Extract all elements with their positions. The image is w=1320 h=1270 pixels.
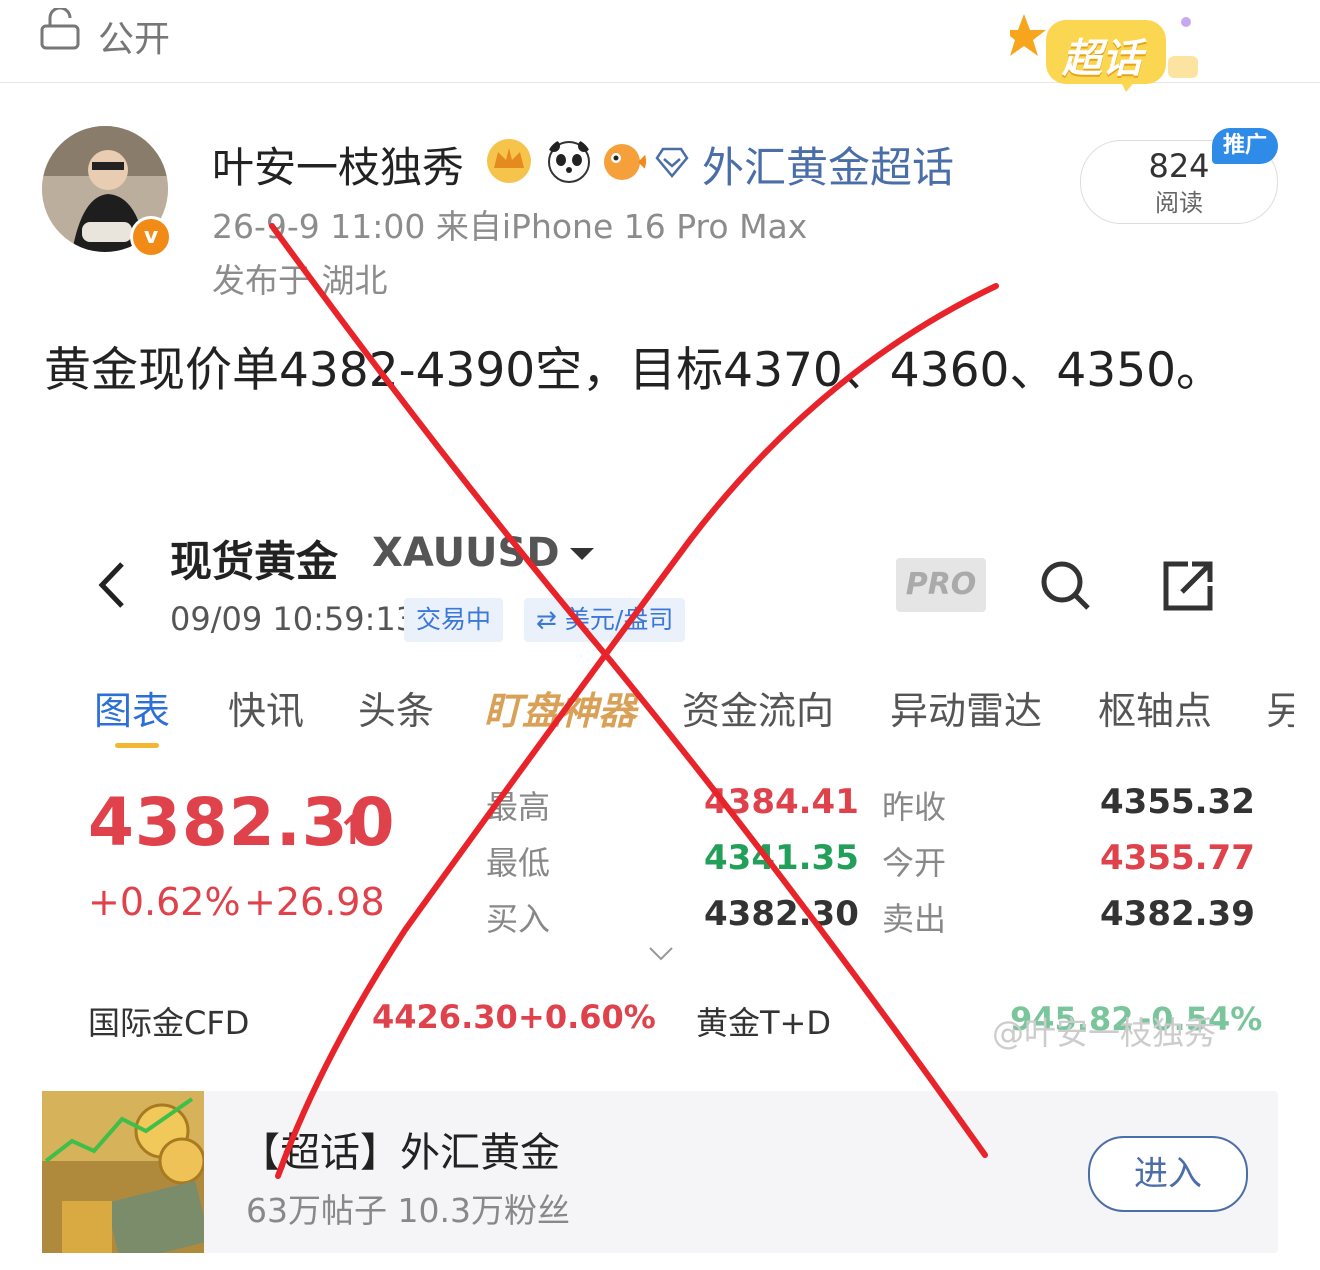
crown-icon	[487, 139, 531, 183]
share-icon	[1163, 561, 1213, 611]
supertopic-badge-label[interactable]: 超话	[1062, 26, 1142, 84]
topic-link[interactable]: 外汇黄金超话	[702, 134, 954, 195]
back-icon	[98, 562, 124, 608]
tab-more: 另	[1266, 689, 1294, 733]
panda-icon	[548, 140, 590, 183]
supertopic-card-title: 【超话】外汇黄金	[240, 1130, 560, 1176]
stat-value-prev-close: 4355.32	[1100, 782, 1255, 822]
post-body: 黄金现价单4382-4390空，目标4370、4360、4350。	[44, 343, 1224, 398]
stat-value-ask: 4382.39	[1100, 894, 1255, 934]
dropdown-icon	[570, 548, 594, 560]
tab-bar: 图表 快讯 头条 盯盘神器 资金流向 异动雷达 枢轴点 另	[94, 680, 1294, 740]
pro-badge: PRO	[896, 558, 986, 612]
tab-fund-flow: 资金流向	[682, 689, 835, 733]
related-change-cfd: +0.60%	[518, 998, 656, 1036]
unlock-icon	[40, 8, 80, 50]
visibility-label[interactable]: 公开	[98, 10, 170, 62]
tab-headlines: 头条	[358, 689, 435, 733]
tab-anomaly-radar: 异动雷达	[890, 689, 1043, 733]
watermark: @叶安一枝独秀	[992, 1014, 1217, 1052]
unit-tag: ⇄ 美元/盎司	[524, 598, 686, 642]
tab-chart: 图表	[94, 689, 171, 733]
diamond-icon	[655, 147, 689, 178]
reads-label: 阅读	[1155, 189, 1203, 217]
active-tab-indicator	[115, 743, 159, 748]
stat-label-prev-close: 昨收	[882, 788, 947, 826]
change-percent: +0.62%	[88, 880, 241, 924]
related-name-cfd: 国际金CFD	[88, 1004, 250, 1042]
tab-flash-news: 快讯	[228, 689, 305, 733]
instrument-name: 现货黄金	[170, 537, 339, 586]
stat-label-ask: 卖出	[882, 900, 947, 938]
trading-status-tag: 交易中	[404, 598, 504, 642]
related-value-cfd: 4426.30	[372, 998, 518, 1036]
chevron-down-icon	[649, 947, 673, 961]
stat-value-bid: 4382.30	[704, 894, 859, 934]
tab-watch-tool: 盯盘神器	[484, 689, 637, 733]
tab-pivot-points: 枢轴点	[1098, 689, 1213, 733]
username[interactable]: 叶安一枝独秀	[212, 134, 464, 195]
related-name-td: 黄金T+D	[696, 1004, 832, 1042]
stat-value-open: 4355.77	[1100, 838, 1255, 878]
stat-label-bid: 买入	[486, 900, 551, 938]
stat-value-high: 4384.41	[704, 782, 859, 822]
supertopic-card-image	[42, 1091, 204, 1253]
stat-label-high: 最高	[486, 788, 551, 826]
quote-timestamp: 09/09 10:59:13	[170, 600, 417, 638]
supertopic-card-stats: 63万帖子 10.3万粉丝	[246, 1191, 570, 1230]
post-time-source: 26-9-9 11:00 来自iPhone 16 Pro Max	[212, 207, 808, 246]
pufferfish-icon	[604, 144, 646, 180]
stat-value-low: 4341.35	[704, 838, 859, 878]
enter-button[interactable]: 进入	[1088, 1136, 1248, 1212]
instrument-code: XAUUSD	[372, 530, 560, 576]
verified-badge: v	[130, 216, 172, 258]
post-location: 发布于 湖北	[212, 261, 388, 300]
stat-label-open: 今开	[882, 844, 947, 882]
up-arrow-icon: ↑	[336, 808, 370, 854]
stat-label-low: 最低	[486, 844, 551, 882]
search-icon	[1041, 561, 1090, 610]
change-absolute: +26.98	[244, 880, 385, 924]
top-bar: 公开 超话	[0, 0, 1320, 92]
promo-tag[interactable]: 推广	[1212, 128, 1278, 164]
